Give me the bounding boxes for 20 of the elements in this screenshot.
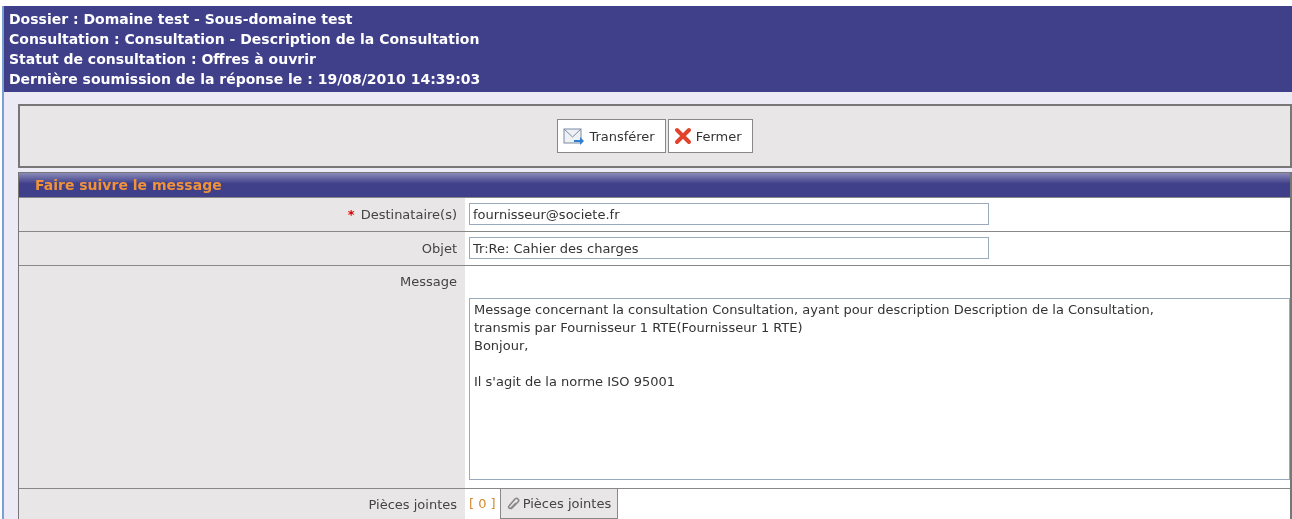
header-line: Dossier : Domaine test - Sous-domaine test [9,10,354,29]
header-line: Consultation : Consultation - Description de la Consultation [9,30,481,49]
field-label: Objet [421,241,457,256]
close-icon [673,127,692,145]
field-label: Destinataire(s) [360,207,457,222]
input-field[interactable]: fournisseur@societe.fr [469,203,989,225]
required-marker: * [347,207,355,222]
section-header: Faire suivre le message [19,173,1290,197]
forward-button[interactable]: Transférer [557,119,666,153]
message-field[interactable]: Message concernant la consultation Consultation, ayant pour description Description de la Consultation, transmis par Fournisseur 1 RTE(Fournisseur 1 RTE) Bonjour, Il s'agit de la norme ISO 95001 [469,298,1290,480]
envelope-arrow-icon [563,126,586,146]
field-label: Pièces jointes [368,497,457,512]
input-field[interactable]: Tr:Re: Cahier des charges [469,237,989,259]
header-line: Dernière soumission de la réponse le : 19/08/2010 14:39:03 [9,70,482,89]
field-label: Message [400,274,457,289]
header-line: Statut de consultation : Offres à ouvrir [9,50,317,69]
attachment-count: [ 0 ] [468,495,497,513]
close-button[interactable]: Fermer [667,119,753,153]
attachments-button[interactable]: Pièces jointes [499,489,619,519]
paperclip-icon [506,496,521,511]
